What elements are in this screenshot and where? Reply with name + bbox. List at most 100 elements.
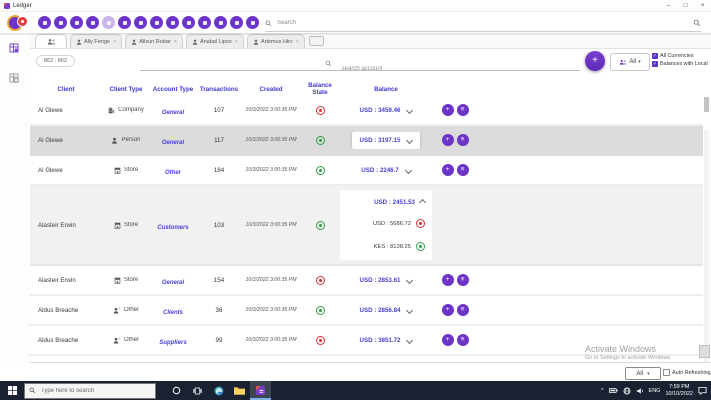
table-row[interactable]: Alasteir Erwin Store General 154 10/3/20… (30, 266, 703, 296)
tab-close-icon[interactable]: × (174, 39, 177, 45)
tab-client[interactable]: Artemus Hirc × (246, 34, 305, 48)
client-avatar-button[interactable] (166, 16, 179, 29)
tab-close-icon[interactable]: × (235, 39, 238, 45)
account-type-link[interactable]: General (162, 280, 184, 286)
cortana-button[interactable] (166, 381, 187, 400)
tab-close-icon[interactable]: × (296, 39, 299, 45)
column-header[interactable]: Transactions (196, 86, 242, 93)
battery-icon[interactable] (608, 387, 618, 394)
add-account-button[interactable]: + (585, 51, 605, 71)
tab-bar: Ally Fenge × Allsun Robar × Anabal Lipso… (30, 33, 711, 49)
chevron-down-icon[interactable] (406, 136, 414, 144)
hidden-items-icon[interactable]: ^ (601, 388, 604, 394)
chevron-down-icon[interactable] (406, 306, 414, 314)
open-ledger-button[interactable]: ≡ (456, 334, 469, 346)
global-search-input[interactable] (275, 19, 693, 27)
chevron-down-icon[interactable] (406, 336, 414, 344)
open-ledger-button[interactable]: ≡ (456, 164, 469, 176)
action-center-icon[interactable] (698, 386, 707, 395)
add-transaction-button[interactable]: + (441, 104, 454, 116)
scrollbar-track[interactable] (704, 130, 709, 362)
accounts-grid-icon[interactable] (9, 73, 19, 83)
table-row-selected[interactable]: Al Glewe Person General 117 10/3/2022 3:… (30, 126, 703, 156)
column-header[interactable]: Created (242, 86, 300, 93)
task-view-button[interactable] (187, 381, 208, 400)
balances-with-local-checkbox[interactable]: ✓ Balances with Local (652, 61, 708, 67)
open-ledger-button[interactable]: ≡ (456, 274, 469, 286)
table-row-expanded[interactable]: Alasteir Erwin Store Customers 103 10/3/… (30, 186, 703, 266)
client-avatar-button[interactable] (86, 16, 99, 29)
search-icon[interactable] (693, 19, 701, 27)
left-sidebar (0, 33, 30, 363)
account-search-field[interactable] (140, 57, 584, 77)
network-globe-icon[interactable] (623, 387, 631, 395)
chevron-down-icon[interactable] (404, 166, 412, 174)
taskbar-search-input[interactable] (39, 386, 143, 395)
refresh-filter-select[interactable]: All ▾ (625, 367, 661, 380)
account-type-link[interactable]: Clients (163, 310, 183, 316)
taskbar-clock[interactable]: 7:59 PM 10/10/2022 (665, 384, 693, 398)
table-row[interactable]: Al Glewe Store Other 184 10/3/2022 3:00:… (30, 156, 703, 186)
auto-refreshing-checkbox[interactable]: Auto Refreshing (663, 369, 711, 376)
add-transaction-button[interactable]: + (441, 164, 454, 176)
open-ledger-button[interactable]: ≡ (456, 304, 469, 316)
ledger-app-taskbar-button[interactable] (250, 381, 271, 400)
file-explorer-button[interactable] (229, 381, 250, 400)
close-button[interactable]: × (694, 0, 711, 11)
add-transaction-button[interactable]: + (441, 134, 454, 146)
maximize-button[interactable]: □ (677, 0, 694, 11)
language-indicator[interactable]: ENG (649, 388, 661, 394)
account-type-link[interactable]: Customers (157, 225, 188, 231)
client-avatar-button[interactable] (214, 16, 227, 29)
account-type-link[interactable]: Other (165, 170, 181, 176)
tab-client[interactable]: Allsun Robar × (125, 34, 183, 48)
client-avatar-button[interactable] (230, 16, 243, 29)
column-header[interactable]: Client (30, 86, 102, 93)
start-button[interactable] (0, 381, 24, 400)
client-group-dropdown[interactable]: All ▾ (610, 53, 650, 71)
chevron-down-icon[interactable] (406, 276, 414, 284)
client-avatar-button[interactable] (134, 16, 147, 29)
tab-clients-home[interactable] (35, 34, 67, 48)
client-avatar-button[interactable] (118, 16, 131, 29)
client-avatar-button[interactable] (150, 16, 163, 29)
tab-client[interactable]: Ally Fenge × (70, 34, 123, 48)
client-avatar-button[interactable] (38, 16, 51, 29)
add-transaction-button[interactable]: + (441, 304, 454, 316)
scrollbar-thumb[interactable] (704, 97, 709, 112)
taskbar-search-field[interactable] (24, 382, 156, 399)
column-header[interactable]: Account Type (150, 86, 196, 93)
tab-close-icon[interactable]: × (113, 39, 116, 45)
edge-button[interactable] (208, 381, 229, 400)
client-avatar-button[interactable] (246, 16, 259, 29)
new-tab-button[interactable] (308, 35, 324, 46)
account-type-link[interactable]: Suppliers (159, 340, 186, 346)
speaker-icon[interactable] (636, 387, 644, 395)
range-filter-chip[interactable]: 862 : 862 (36, 55, 75, 67)
chevron-up-icon[interactable] (418, 198, 427, 206)
client-avatar-button[interactable] (198, 16, 211, 29)
client-avatar-button[interactable] (70, 16, 83, 29)
table-row[interactable]: Aldus Breache ? Other Clients 36 10/3/202… (30, 296, 703, 326)
balance-card[interactable]: USD : 3197.15 (351, 131, 421, 149)
add-transaction-button[interactable]: + (441, 334, 454, 346)
global-search-field[interactable] (265, 15, 701, 32)
client-avatar-button[interactable] (182, 16, 195, 29)
minimize-button[interactable]: – (660, 0, 677, 11)
add-transaction-button[interactable]: + (441, 274, 454, 286)
ledger-grid-icon[interactable] (9, 43, 19, 53)
column-header[interactable]: Balance (340, 86, 432, 93)
client-avatar-button[interactable] (54, 16, 67, 29)
column-header[interactable]: Client Type (102, 86, 150, 93)
open-ledger-button[interactable]: ≡ (456, 134, 469, 146)
account-type-link[interactable]: General (162, 110, 184, 116)
column-header[interactable]: Balance State (300, 82, 340, 96)
account-type-link[interactable]: General (162, 140, 184, 146)
chevron-down-icon[interactable] (406, 106, 414, 114)
account-search-input[interactable] (140, 61, 584, 77)
table-row[interactable]: Al Glewe Company General 107 10/3/2022 3… (30, 96, 703, 126)
all-currencies-checkbox[interactable]: ✓ All Currencies (652, 53, 708, 59)
tab-client[interactable]: Anabal Lipso × (185, 34, 244, 48)
open-ledger-button[interactable]: ≡ (456, 104, 469, 116)
client-avatar-button[interactable] (102, 16, 115, 29)
